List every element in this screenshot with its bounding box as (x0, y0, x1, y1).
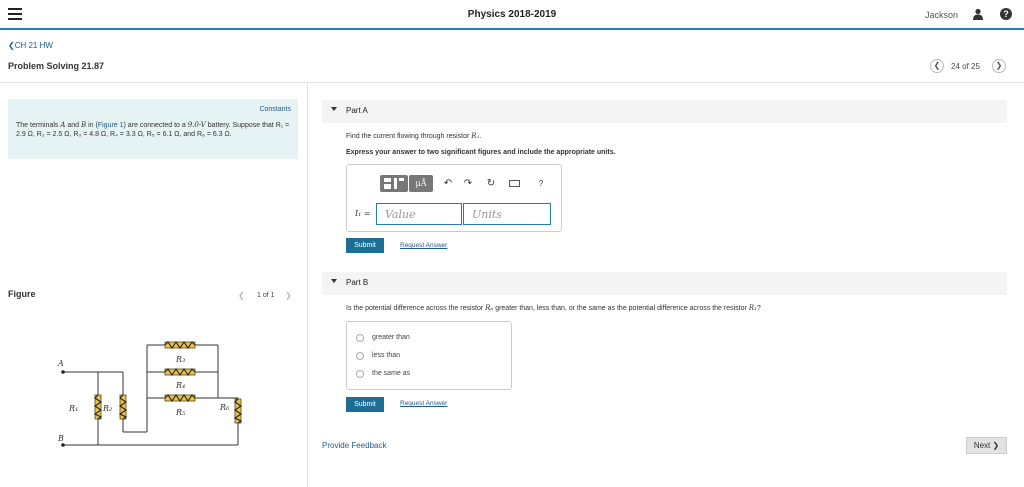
back-link[interactable]: ❮CH 21 HW (8, 41, 53, 50)
part-b-request-answer-link[interactable]: Request Answer (400, 400, 447, 407)
constants-link[interactable]: Constants (259, 106, 291, 113)
r4-label: R₄ (175, 381, 185, 390)
part-b-header[interactable]: Part B (322, 272, 1007, 295)
r1-label: R₁ (68, 404, 78, 413)
problem-text-pre: The terminals (16, 122, 61, 129)
part-a-instructions: Express your answer to two significant f… (346, 149, 616, 156)
top-bar: Physics 2018-2019 Jackson ? (0, 0, 1024, 30)
node-b-terminal (61, 443, 65, 447)
part-b-question-mid: greater than, less than, or the same as … (493, 305, 749, 312)
caret-down-icon (331, 107, 337, 111)
part-b-label: Part B (346, 278, 369, 287)
circuit-diagram: A B R₃ R₄ R₅ R₁ R₂ R₆ (57, 341, 243, 447)
figure-prev-button[interactable]: ❮ (238, 291, 245, 300)
keyboard-icon[interactable] (507, 175, 521, 192)
problem-text-post: ) are connected to a (123, 122, 188, 129)
units-symbol-button[interactable]: μÅ (409, 175, 433, 192)
header-divider (0, 82, 1024, 83)
radio-button[interactable] (356, 370, 364, 378)
r3-label: R₃ (175, 355, 185, 364)
radio-button[interactable] (356, 334, 364, 342)
option-label: the same as (372, 370, 411, 377)
node-a-terminal (61, 370, 65, 374)
problem-title: Problem Solving 21.87 (8, 61, 105, 71)
part-a-label: Part A (346, 106, 368, 115)
radio-button[interactable] (356, 352, 364, 360)
problem-count: 24 of 25 (951, 62, 980, 71)
user-name[interactable]: Jackson (925, 10, 958, 20)
node-a-label: A (57, 359, 64, 368)
r2-label: R₂ (102, 404, 112, 413)
option-label: greater than (372, 334, 410, 341)
part-b-question-pre: Is the potential difference across the r… (346, 305, 486, 312)
part-b-question-post: ? (756, 305, 761, 312)
problem-text: The terminals A and B in (Figure 1) are … (16, 121, 292, 139)
r5-label: R₅ (175, 408, 186, 417)
user-icon[interactable] (972, 8, 984, 20)
battery-voltage: 9.0-V (187, 121, 206, 129)
template-cell-icon (394, 178, 397, 189)
problem-text-in: in ( (86, 122, 98, 129)
current-variable-label: I₁ = (355, 209, 371, 218)
figure-count: 1 of 1 (257, 292, 275, 299)
units-input[interactable] (463, 203, 551, 225)
part-a-question-post: . (479, 133, 482, 140)
app-title: Physics 2018-2019 (467, 9, 557, 20)
problem-text-and: and (65, 122, 81, 129)
reset-icon[interactable]: ↻ (484, 175, 498, 192)
option-label: less than (372, 352, 401, 359)
problem-text-battery: battery. Suppose that (205, 122, 276, 129)
undo-icon[interactable]: ↶ (441, 175, 455, 192)
template-cell-icon (384, 184, 391, 189)
provide-feedback-link[interactable]: Provide Feedback (322, 441, 386, 450)
caret-down-icon (331, 279, 337, 283)
r6-label: R₆ (219, 403, 230, 412)
template-cell-icon (399, 178, 404, 181)
part-a-question-pre: Find the current flowing through resisto… (346, 133, 472, 140)
help-icon[interactable]: ? (1000, 8, 1012, 20)
toolbar-help-icon[interactable]: ? (534, 175, 548, 192)
part-b-question: Is the potential difference across the r… (346, 304, 761, 312)
part-a-submit-button[interactable]: Submit (346, 238, 384, 253)
figure-link[interactable]: Figure 1 (98, 122, 124, 129)
problem-statement: Constants The terminals A and B in (Figu… (8, 99, 298, 159)
node-b-label: B (57, 434, 64, 443)
template-cell-icon (384, 178, 391, 182)
next-button[interactable]: Next ❯ (966, 437, 1007, 454)
figure-label: Figure (8, 289, 36, 299)
templates-button[interactable] (380, 175, 408, 192)
figure-next-button[interactable]: ❯ (285, 291, 292, 300)
prev-problem-button[interactable]: ❮ (930, 59, 944, 73)
part-b-question-var2: R₁ (748, 304, 757, 312)
part-b-options: greater than less than the same as (346, 321, 512, 390)
column-divider (307, 83, 308, 487)
part-a-request-answer-link[interactable]: Request Answer (400, 242, 447, 249)
part-a-header[interactable]: Part A (322, 100, 1007, 123)
keyboard-shape (508, 180, 520, 187)
value-input[interactable] (376, 203, 462, 225)
part-a-question: Find the current flowing through resisto… (346, 132, 481, 140)
answer-box: μÅ ↶ ↷ ↻ ? I₁ = (346, 164, 562, 232)
part-b-submit-button[interactable]: Submit (346, 397, 384, 412)
next-problem-button[interactable]: ❯ (992, 59, 1006, 73)
redo-icon[interactable]: ↷ (461, 175, 475, 192)
